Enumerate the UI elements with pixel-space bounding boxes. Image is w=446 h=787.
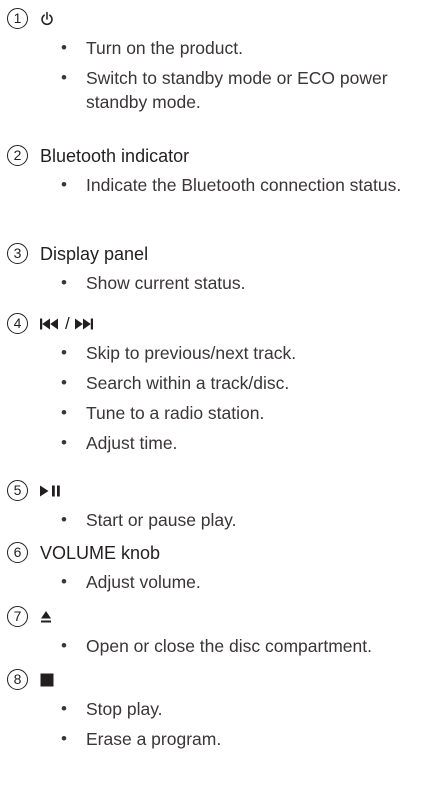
item-title: VOLUME knob [40,543,161,563]
bullet-dot: • [61,572,67,591]
bullet-text: Turn on the product. [86,38,243,58]
list-item: • Start or pause play. [0,508,446,532]
item-number: 2 [7,145,28,166]
power-icon [40,9,54,29]
item-5-bullets: • Start or pause play. [0,508,446,532]
list-item: • Tune to a radio station. [0,401,446,425]
list-item: • Switch to standby mode or ECO power sta… [0,66,446,114]
play-pause-icon [40,481,62,501]
item-title: Display panel [40,244,149,264]
item-5-heading: 5 [0,478,446,506]
bullet-text: Erase a program. [86,729,222,749]
bullet-text: Search within a track/disc. [86,373,290,393]
item-4-bullets: • Skip to previous/next track. • Search wi… [0,341,446,455]
list-item: • Indicate the Bluetooth connection statu… [0,173,446,197]
list-item: • Stop play. [0,697,446,721]
item-8-bullets: • Stop play. • Erase a program. [0,697,446,751]
bullet-dot: • [61,273,67,292]
item-number: 6 [7,542,28,563]
bullet-text: Stop play. [86,699,163,719]
list-item: • Erase a program. [0,727,446,751]
item-1-bullets: • Turn on the product. • Switch to standby… [0,36,446,114]
item-7-heading: 7 [0,604,446,632]
item-2-bullets: • Indicate the Bluetooth connection statu… [0,173,446,197]
bullet-dot: • [61,510,67,529]
bullet-dot: • [61,699,67,718]
skip-previous-next-icon: / [40,314,95,334]
bullet-dot: • [61,636,67,655]
item-2-heading: 2 Bluetooth indicator [0,143,446,171]
item-number: 1 [7,8,28,29]
item-8: 8 • Stop play. • Erase a program. [0,667,446,751]
list-item: • Adjust time. [0,431,446,455]
list-item: • Search within a track/disc. [0,371,446,395]
list-item: • Adjust volume. [0,570,446,594]
eject-icon [40,607,52,627]
list-item: • Open or close the disc compartment. [0,634,446,658]
item-7: 7 • Open or close the disc compartment. [0,604,446,658]
bullet-dot: • [61,343,67,362]
item-6: 6 VOLUME knob • Adjust volume. [0,540,446,594]
item-4-heading: 4 / [0,311,446,339]
bullet-dot: • [61,175,67,194]
item-3: 3 Display panel • Show current status. [0,241,446,295]
list-item: • Skip to previous/next track. [0,341,446,365]
bullet-text: Show current status. [86,273,246,293]
item-8-heading: 8 [0,667,446,695]
item-number: 4 [7,313,28,334]
bullet-text: Open or close the disc compartment. [86,636,372,656]
item-6-heading: 6 VOLUME knob [0,540,446,568]
bullet-dot: • [61,403,67,422]
item-3-heading: 3 Display panel [0,241,446,269]
bullet-dot: • [61,68,67,87]
bullet-text: Skip to previous/next track. [86,343,297,363]
item-number: 3 [7,243,28,264]
list-item: • Turn on the product. [0,36,446,60]
bullet-text: Start or pause play. [86,510,237,530]
bullet-dot: • [61,729,67,748]
item-number: 8 [7,669,28,690]
stop-icon [40,670,54,690]
item-6-bullets: • Adjust volume. [0,570,446,594]
item-7-bullets: • Open or close the disc compartment. [0,634,446,658]
item-1-heading: 1 [0,6,446,34]
item-title: Bluetooth indicator [40,146,190,166]
item-number: 7 [7,606,28,627]
bullet-text: Tune to a radio station. [86,403,265,423]
bullet-dot: • [61,38,67,57]
instruction-page: 1 • Turn on the product. • Switch to stand… [0,0,446,787]
list-item: • Show current status. [0,271,446,295]
bullet-text: Adjust time. [86,433,178,453]
bullet-dot: • [61,433,67,452]
item-3-bullets: • Show current status. [0,271,446,295]
item-4: 4 / • Skip to previous/next track. • Searc… [0,311,446,455]
item-1: 1 • Turn on the product. • Switch to stand… [0,6,446,114]
icon-separator: / [65,314,70,333]
item-2: 2 Bluetooth indicator • Indicate the Blue… [0,143,446,197]
bullet-text: Adjust volume. [86,572,201,592]
bullet-dot: • [61,373,67,392]
bullet-text: Indicate the Bluetooth connection status… [86,175,402,195]
bullet-text: Switch to standby mode or ECO power stan… [86,68,388,112]
item-number: 5 [7,480,28,501]
item-5: 5 • Start or pause play. [0,478,446,532]
